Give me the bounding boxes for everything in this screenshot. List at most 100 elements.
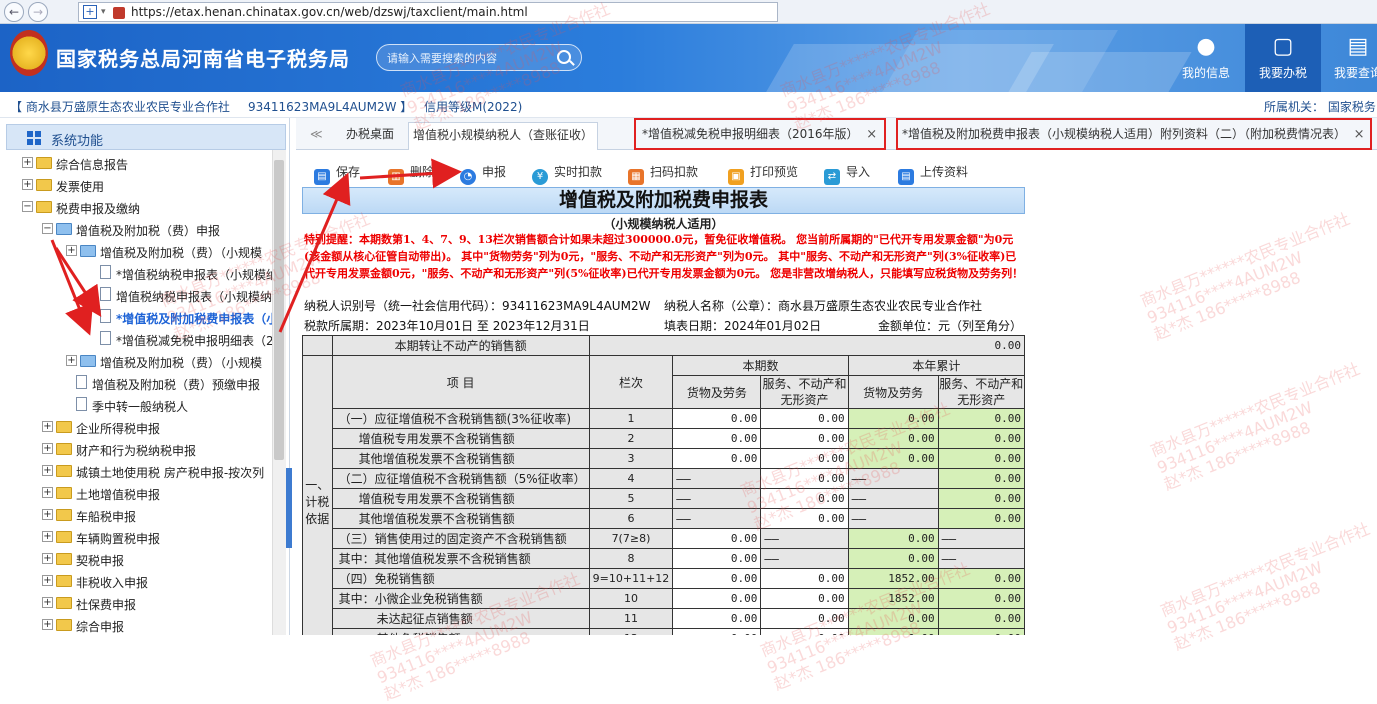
amount-cell[interactable]: 0.00 bbox=[760, 468, 849, 489]
sidebar-scroll-thumb[interactable] bbox=[274, 160, 284, 460]
amount-cell[interactable]: 0.00 bbox=[760, 408, 849, 429]
amount-cell[interactable]: 0.00 bbox=[760, 428, 849, 449]
delete-button[interactable]: ▥ 删除 bbox=[388, 161, 434, 185]
amount-cell[interactable]: 0.00 bbox=[847, 408, 939, 429]
amount-cell[interactable]: 0.00 bbox=[672, 608, 762, 629]
scan-deduct-button[interactable]: ▦ 扫码扣款 bbox=[628, 161, 698, 185]
sidebar-item[interactable]: + 车船税申报 bbox=[0, 504, 272, 526]
amount-cell[interactable]: 0.00 bbox=[937, 568, 1025, 589]
sidebar-item[interactable]: *增值税纳税申报表（小规模纳 bbox=[0, 262, 272, 284]
amount-cell[interactable]: 0.00 bbox=[847, 608, 939, 629]
forward-icon[interactable]: → bbox=[28, 2, 48, 22]
tab-small-scale[interactable]: 增值税小规模纳税人（查账征收） bbox=[408, 122, 599, 150]
sidebar-item[interactable]: + 城镇土地使用税 房产税申报-按次列 bbox=[0, 460, 272, 482]
expand-icon[interactable]: + bbox=[42, 619, 53, 630]
sidebar-item[interactable]: + 财产和行为税纳税申报 bbox=[0, 438, 272, 460]
amount-cell[interactable]: 0.00 bbox=[760, 588, 849, 609]
amount-cell[interactable]: 0.00 bbox=[672, 408, 762, 429]
amount-cell[interactable]: 0.00 bbox=[672, 448, 762, 469]
expand-icon[interactable]: + bbox=[42, 509, 53, 520]
expand-icon[interactable]: + bbox=[22, 157, 33, 168]
expand-icon[interactable]: + bbox=[42, 553, 53, 564]
nav-my-info[interactable]: ● 我的信息 bbox=[1172, 24, 1240, 92]
expand-icon[interactable]: + bbox=[42, 531, 53, 542]
sidebar-item[interactable]: 增值税及附加税（费）预缴申报 bbox=[0, 372, 272, 394]
expand-icon[interactable]: + bbox=[42, 597, 53, 608]
amount-cell[interactable]: 0.00 bbox=[760, 568, 849, 589]
sidebar-collapse-handle[interactable] bbox=[286, 468, 292, 548]
amount-cell[interactable]: 0.00 bbox=[672, 548, 762, 569]
amount-cell[interactable]: 0.00 bbox=[937, 608, 1025, 629]
collapse-icon[interactable]: − bbox=[42, 223, 53, 234]
expand-icon[interactable]: + bbox=[42, 575, 53, 586]
amount-cell[interactable]: 0.00 bbox=[672, 528, 762, 549]
sidebar-item[interactable]: + 非税收入申报 bbox=[0, 570, 272, 592]
sidebar-item[interactable]: + 契税申报 bbox=[0, 548, 272, 570]
amount-cell[interactable]: 0.00 bbox=[672, 568, 762, 589]
sidebar-item[interactable]: + 综合申报 bbox=[0, 614, 272, 636]
sidebar-item[interactable]: 增值税纳税申报表（小规模纳 bbox=[0, 284, 272, 306]
sidebar-item[interactable]: + 综合信息报告 bbox=[0, 152, 272, 174]
amount-cell[interactable]: 0.00 bbox=[760, 448, 849, 469]
amount-cell[interactable]: 0.00 bbox=[760, 628, 849, 635]
print-preview-button[interactable]: ▣ 打印预览 bbox=[728, 161, 798, 185]
amount-cell[interactable]: 1852.00 bbox=[847, 588, 939, 609]
search-icon[interactable] bbox=[557, 50, 571, 64]
save-button[interactable]: ▤ 保存 bbox=[314, 161, 360, 185]
amount-cell[interactable]: 0.00 bbox=[847, 548, 939, 569]
sidebar-item[interactable]: + 社保费申报 bbox=[0, 592, 272, 614]
amount-cell[interactable]: 0.00 bbox=[847, 628, 939, 635]
import-button[interactable]: ⇄ 导入 bbox=[824, 161, 870, 185]
amount-cell[interactable]: 0.00 bbox=[760, 608, 849, 629]
amount-cell[interactable]: 0.00 bbox=[847, 428, 939, 449]
amount-cell[interactable]: 0.00 bbox=[847, 528, 939, 549]
sidebar-item[interactable]: + 增值税及附加税（费）（小规模 bbox=[0, 350, 272, 372]
amount-cell[interactable]: 0.00 bbox=[937, 428, 1025, 449]
tab-scroll-left-icon[interactable]: ≪ bbox=[306, 122, 327, 150]
declare-button[interactable]: ◔ 申报 bbox=[460, 161, 506, 185]
amount-cell[interactable]: 0.00 bbox=[937, 588, 1025, 609]
amount-cell[interactable]: 0.00 bbox=[672, 428, 762, 449]
amount-cell[interactable]: 0.00 bbox=[847, 448, 939, 469]
nav-handle-tax[interactable]: ▢ 我要办税 bbox=[1245, 24, 1321, 92]
expand-icon[interactable]: + bbox=[66, 355, 77, 366]
amount-cell[interactable]: 0.00 bbox=[937, 628, 1025, 635]
sidebar-item[interactable]: + 增值税及附加税（费）（小规模 bbox=[0, 240, 272, 262]
url-text[interactable]: https://etax.henan.chinatax.gov.cn/web/d… bbox=[131, 5, 528, 19]
expand-icon[interactable]: + bbox=[42, 487, 53, 498]
amount-cell[interactable]: 0.00 bbox=[672, 588, 762, 609]
amount-cell[interactable]: 0.00 bbox=[937, 448, 1025, 469]
add-favorite-icon[interactable]: + bbox=[83, 5, 97, 19]
sidebar-item[interactable]: + 土地增值税申报 bbox=[0, 482, 272, 504]
upload-button[interactable]: ▤ 上传资料 bbox=[898, 161, 968, 185]
amount-cell[interactable]: 0.00 bbox=[760, 508, 849, 529]
url-field[interactable]: + ▾ https://etax.henan.chinatax.gov.cn/w… bbox=[78, 2, 778, 22]
search-box[interactable] bbox=[376, 44, 582, 71]
amount-cell[interactable]: 0.00 bbox=[937, 468, 1025, 489]
dropdown-icon[interactable]: ▾ bbox=[101, 7, 106, 17]
amount-cell[interactable]: 0.00 bbox=[937, 488, 1025, 509]
tab-desktop[interactable]: 办税桌面 bbox=[342, 122, 398, 150]
amount-cell[interactable]: 0.00 bbox=[937, 508, 1025, 529]
expand-icon[interactable]: + bbox=[42, 421, 53, 432]
collapse-icon[interactable]: − bbox=[22, 201, 33, 212]
sidebar-item[interactable]: − 税费申报及缴纳 bbox=[0, 196, 272, 218]
sidebar-item[interactable]: 季中转一般纳税人 bbox=[0, 394, 272, 416]
expand-icon[interactable]: + bbox=[66, 245, 77, 256]
expand-icon[interactable]: + bbox=[42, 443, 53, 454]
sidebar-item[interactable]: + 发票使用 bbox=[0, 174, 272, 196]
search-input[interactable] bbox=[387, 49, 547, 67]
sidebar-item[interactable]: + 车辆购置税申报 bbox=[0, 526, 272, 548]
amount-cell[interactable]: 0.00 bbox=[760, 488, 849, 509]
sidebar-item[interactable]: *增值税及附加税费申报表（小 bbox=[0, 306, 272, 328]
sidebar-item[interactable]: *增值税减免税申报明细表（20 bbox=[0, 328, 272, 350]
realtime-deduct-button[interactable]: ¥ 实时扣款 bbox=[532, 161, 602, 185]
amount-cell[interactable]: 0.00 bbox=[937, 408, 1025, 429]
expand-icon[interactable]: + bbox=[22, 179, 33, 190]
amount-cell[interactable]: 0.00 bbox=[672, 628, 762, 635]
nav-query[interactable]: ▤ 我要查询 bbox=[1328, 24, 1377, 92]
sidebar-item[interactable]: + 企业所得税申报 bbox=[0, 416, 272, 438]
back-icon[interactable]: ← bbox=[4, 2, 24, 22]
expand-icon[interactable]: + bbox=[42, 465, 53, 476]
sidebar-item[interactable]: − 增值税及附加税（费）申报 bbox=[0, 218, 272, 240]
